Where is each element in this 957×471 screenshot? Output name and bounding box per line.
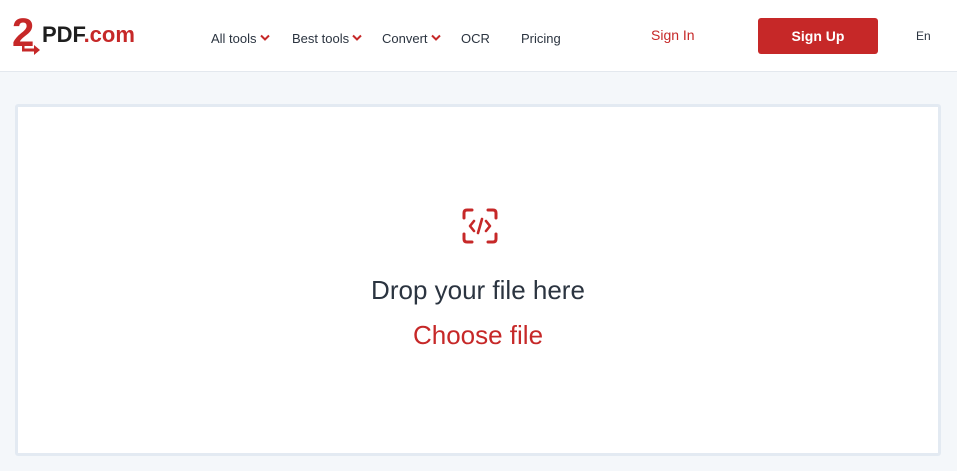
logo-name: PDF xyxy=(42,22,84,47)
nav-convert-label: Convert xyxy=(382,30,428,46)
code-file-icon xyxy=(462,208,498,244)
site-header: 2 PDF.com All tools Best tools Convert O… xyxy=(0,0,957,72)
sign-in-link[interactable]: Sign In xyxy=(651,27,695,43)
language-selector[interactable]: En xyxy=(916,29,931,43)
nav-pricing[interactable]: Pricing xyxy=(521,31,561,46)
chevron-down-icon xyxy=(430,34,441,41)
nav-convert[interactable]: Convert xyxy=(382,31,441,46)
logo-tld: .com xyxy=(83,22,135,47)
nav-best-tools-label: Best tools xyxy=(292,30,350,46)
nav-best-tools[interactable]: Best tools xyxy=(292,31,362,46)
nav-pricing-label: Pricing xyxy=(521,30,561,46)
chevron-down-icon xyxy=(352,34,362,41)
logo-arrow-icon xyxy=(22,43,40,55)
logo-wordmark: PDF.com xyxy=(42,22,135,48)
logo-mark: 2 xyxy=(12,13,46,55)
file-dropzone[interactable]: Drop your file here Choose file xyxy=(15,104,941,456)
nav-ocr[interactable]: OCR xyxy=(461,31,490,46)
nav-all-tools-label: All tools xyxy=(211,30,257,46)
choose-file-link[interactable]: Choose file xyxy=(18,320,938,351)
site-logo[interactable]: 2 PDF.com xyxy=(12,12,162,56)
nav-all-tools[interactable]: All tools xyxy=(211,31,270,46)
dropzone-title: Drop your file here xyxy=(371,275,585,305)
chevron-down-icon xyxy=(259,34,270,41)
nav-ocr-label: OCR xyxy=(461,30,490,46)
sign-up-button[interactable]: Sign Up xyxy=(758,18,878,54)
